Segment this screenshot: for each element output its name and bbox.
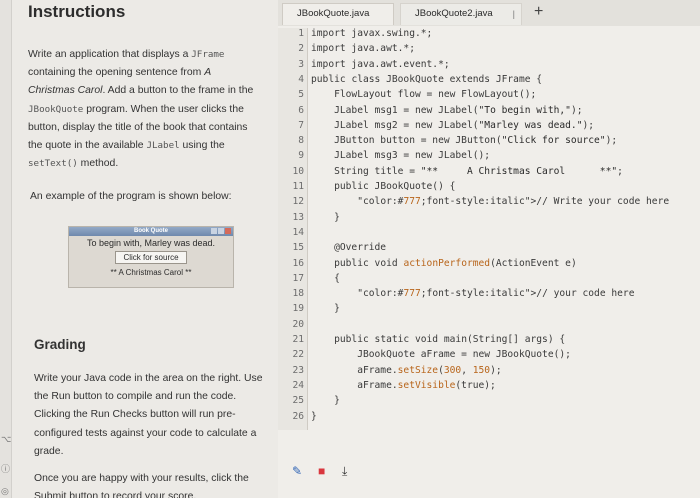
settings-icon[interactable]: ◎ [1, 486, 9, 497]
line-number: 14 [292, 226, 304, 238]
code-line: public JBookQuote() { [334, 181, 456, 192]
code-line: public class JBookQuote extends JFrame { [311, 73, 543, 85]
line-number: 23 [292, 364, 304, 376]
code-line: aFrame.setVisible(true); [311, 379, 496, 391]
line-number: 18 [292, 288, 304, 300]
example-label: To begin with, Marley was dead. [86, 238, 216, 248]
add-tab-button[interactable]: + [534, 3, 543, 21]
tab-jbookquote[interactable]: JBookQuote.java [282, 3, 394, 25]
trash-icon[interactable]: ■ [318, 464, 325, 478]
example-title-label: ** A Christmas Carol ** [110, 268, 192, 277]
code-line: @Override [311, 242, 387, 254]
instructions-title: Instructions [28, 2, 126, 21]
code-line: JLabel msg1 = new JLabel("To begin with,… [311, 104, 583, 116]
instructions-panel: Instructions Write an application that d… [12, 0, 277, 498]
line-number: 12 [292, 196, 304, 208]
code-line: } [311, 303, 340, 315]
code-line: import java.awt.*; [311, 43, 415, 55]
line-number: 11 [292, 181, 304, 192]
submit-text: Once you are happy with your results, cl… [34, 473, 249, 498]
line-number: 10 [292, 165, 304, 177]
code-line: "color:#777;font-style:italic">// your c… [357, 288, 635, 300]
grading-title: Grading [34, 337, 86, 352]
code-line: "color:#777;font-style:italic">// Write … [357, 196, 670, 208]
line-number: 9 [298, 150, 304, 162]
example-button: Click for source [115, 251, 187, 264]
line-number: 13 [292, 211, 304, 223]
code-line: { [311, 272, 340, 284]
line-number: 20 [292, 318, 304, 330]
line-number: 25 [292, 395, 304, 407]
line-number: 16 [292, 257, 304, 269]
code-line: JButton button = new JButton("Click for … [311, 135, 618, 147]
line-number: 15 [292, 242, 304, 254]
line-number: 8 [298, 135, 304, 147]
code-line: JLabel msg2 = new JLabel("Marley was dea… [311, 119, 595, 131]
instr-line-2: containing the opening sentence from A [28, 67, 212, 79]
code-line: } [311, 211, 340, 223]
instr-line-3: Christmas Carol. Add a button to the fra… [28, 85, 254, 97]
instr-line-1: Write an application that displays a JFr… [28, 49, 225, 60]
code-line: } [311, 410, 317, 422]
line-number: 2 [298, 43, 304, 55]
line-number: 5 [298, 89, 304, 101]
line-number: 4 [298, 73, 304, 85]
line-number: 3 [298, 58, 304, 70]
tab-jbookquote2[interactable]: JBookQuote2.java | [400, 3, 522, 25]
code-line: JLabel msg3 = new JLabel(); [311, 150, 491, 162]
instr-line-6: the quote in the available JLabel using … [28, 140, 225, 152]
line-number: 17 [292, 272, 304, 284]
instructions-text: Write an application that displays a JFr… [28, 46, 273, 173]
example-titlebar: Book Quote [69, 227, 233, 236]
line-number: 19 [292, 303, 304, 315]
line-number: 22 [292, 349, 304, 361]
instr-line-4: JBookQuote program. When the user clicks… [28, 103, 244, 115]
code-line: import java.awt.event.*; [311, 58, 450, 70]
share-icon[interactable]: ⌥ [1, 434, 11, 445]
code-line: String title = "** A Christmas Carol **"… [334, 165, 623, 177]
line-number: 21 [292, 334, 304, 345]
close-tab-icon[interactable]: | [513, 4, 515, 24]
grading-text: Write your Java code in the area on the … [34, 373, 263, 457]
code-line: public static void main(String[] args) { [334, 334, 566, 345]
side-strip: ⌥ ⓘ ◎ [0, 0, 12, 498]
code-line: public void actionPerformed(ActionEvent … [334, 257, 577, 269]
example-intro: An example of the program is shown below… [30, 191, 232, 202]
pencil-icon[interactable]: ✎ [292, 464, 302, 478]
code-line: aFrame.setSize(300, 150); [311, 364, 502, 376]
instr-line-7: setText() method. [28, 158, 119, 170]
code-editor-panel: JBookQuote.java JBookQuote2.java | + 1234… [278, 0, 700, 498]
line-number: 6 [298, 104, 304, 116]
line-number: 24 [292, 379, 304, 391]
line-number: 7 [298, 119, 304, 131]
line-number: 1 [298, 28, 304, 39]
code-line: JBookQuote aFrame = new JBookQuote(); [311, 349, 571, 361]
download-icon[interactable]: ⤓ [342, 464, 347, 479]
example-window-image: Book Quote To begin with, Marley was dea… [68, 226, 234, 288]
code-line: } [311, 395, 340, 407]
line-number-gutter: 1 2 3 4 5 6 7 8 9 10 11 12 13 14 15 16 17 18 19 20 21 22 23 24 2… [278, 28, 308, 430]
help-icon[interactable]: ⓘ [1, 462, 10, 475]
code-line: FlowLayout flow = new FlowLayout(); [311, 89, 537, 101]
editor-tabs: JBookQuote.java JBookQuote2.java | + [278, 0, 700, 26]
line-number: 26 [292, 410, 304, 422]
code-line: import javax.swing.*; [311, 28, 433, 39]
instr-line-5: button, display the title of the book th… [28, 121, 248, 133]
